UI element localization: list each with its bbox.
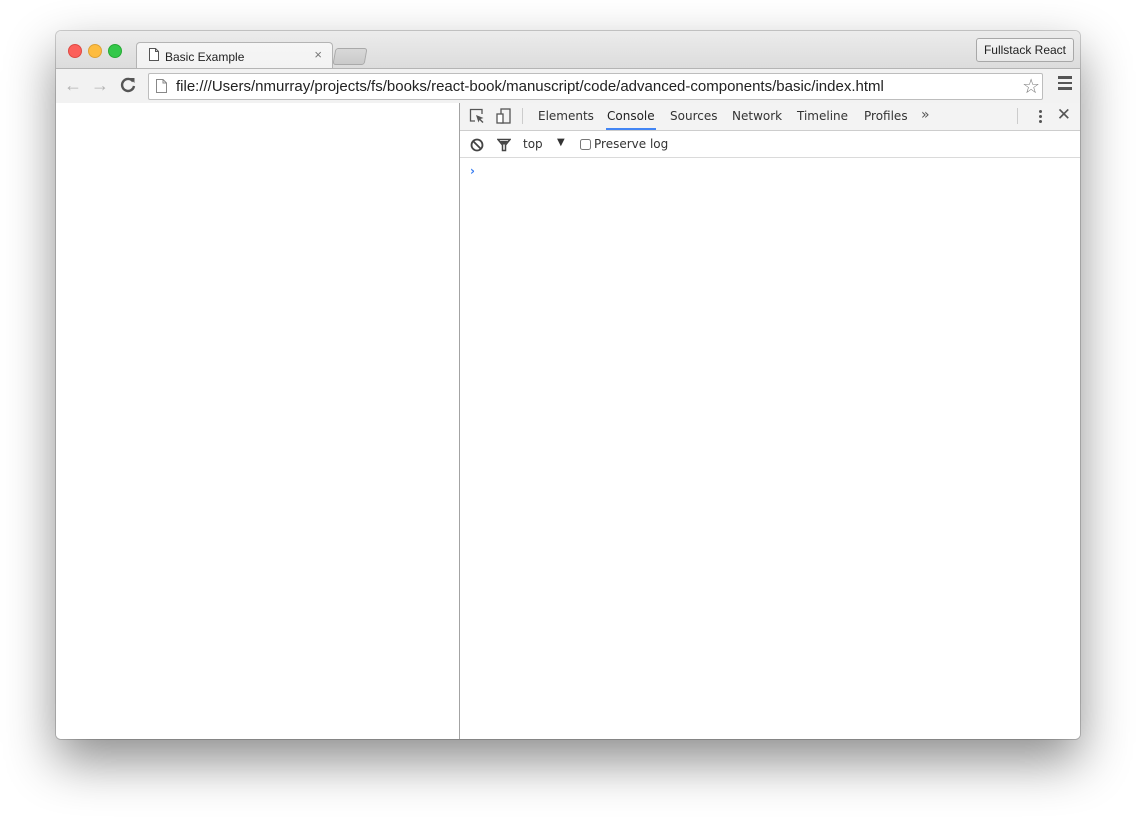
device-toolbar-icon[interactable]	[496, 108, 512, 128]
context-dropdown-arrow-icon[interactable]: ▼	[557, 137, 565, 148]
back-arrow-icon[interactable]: ←	[62, 74, 84, 96]
clear-console-icon[interactable]	[470, 137, 484, 156]
tab-elements[interactable]: Elements	[537, 103, 595, 130]
tab-timeline[interactable]: Timeline	[796, 103, 849, 130]
console-prompt-icon: ›	[470, 164, 475, 178]
browser-tab[interactable]: Basic Example ×	[136, 42, 333, 69]
profile-button[interactable]: Fullstack React	[975, 38, 1074, 62]
kebab-menu-icon[interactable]	[1039, 110, 1042, 125]
inspect-element-icon[interactable]	[469, 108, 485, 128]
close-devtools-icon[interactable]: ✕	[1057, 105, 1071, 125]
browser-content: Elements Console Sources Network Timelin…	[56, 103, 1080, 739]
window-maximize-button[interactable]	[108, 44, 122, 58]
browser-window: Basic Example × Fullstack React ← → file…	[56, 31, 1080, 739]
devtools-tab-bar: Elements Console Sources Network Timelin…	[460, 103, 1080, 131]
hamburger-menu-icon[interactable]	[1058, 76, 1072, 94]
preserve-log-checkbox[interactable]	[580, 138, 591, 150]
window-minimize-button[interactable]	[88, 44, 102, 58]
tab-title: Basic Example	[165, 50, 245, 64]
address-bar[interactable]: file:///Users/nmurray/projects/fs/books/…	[148, 73, 1043, 100]
page-icon	[156, 79, 167, 98]
tab-close-icon[interactable]: ×	[314, 47, 322, 62]
devtools-panel: Elements Console Sources Network Timelin…	[459, 103, 1080, 739]
new-tab-button[interactable]	[332, 48, 368, 65]
tab-network[interactable]: Network	[731, 103, 783, 130]
bookmark-star-icon[interactable]: ☆	[1022, 74, 1040, 99]
page-viewport	[56, 103, 459, 739]
reload-icon[interactable]	[117, 74, 139, 96]
toolbar-divider	[1017, 108, 1018, 124]
tab-sources[interactable]: Sources	[669, 103, 718, 130]
preserve-log-label: Preserve log	[594, 137, 669, 151]
console-input[interactable]	[484, 161, 1070, 179]
filter-icon[interactable]	[496, 137, 512, 156]
forward-arrow-icon[interactable]: →	[89, 74, 111, 96]
url-text[interactable]: file:///Users/nmurray/projects/fs/books/…	[176, 78, 884, 95]
page-icon	[149, 48, 159, 66]
title-bar: Basic Example × Fullstack React	[56, 31, 1080, 69]
window-close-button[interactable]	[68, 44, 82, 58]
preserve-log-option[interactable]: Preserve log	[580, 137, 668, 151]
tab-profiles[interactable]: Profiles	[863, 103, 909, 130]
browser-toolbar: ← → file:///Users/nmurray/projects/fs/bo…	[56, 68, 1080, 104]
console-toolbar: top ▼ Preserve log	[460, 131, 1080, 158]
more-tabs-icon[interactable]: »	[921, 103, 930, 128]
toolbar-divider	[522, 108, 523, 124]
tab-console[interactable]: Console	[606, 103, 656, 130]
context-selector[interactable]: top	[523, 137, 543, 151]
